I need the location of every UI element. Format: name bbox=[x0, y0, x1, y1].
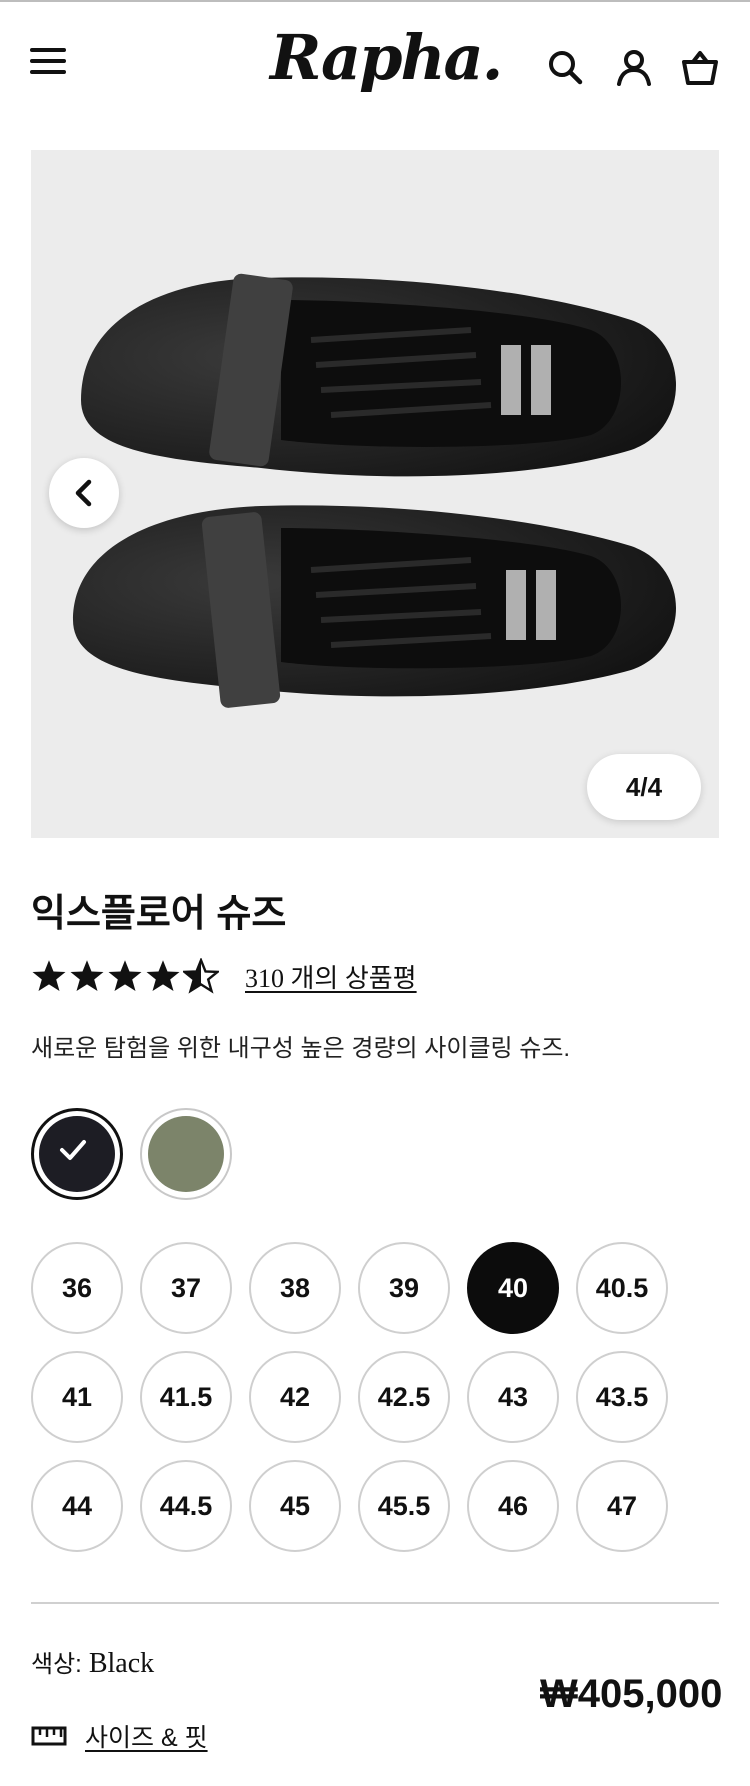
search-icon[interactable] bbox=[546, 48, 586, 88]
size-option[interactable]: 42 bbox=[249, 1351, 341, 1443]
reviews-link[interactable]: 310 개의 상품평 bbox=[245, 958, 417, 995]
size-fit-label: 사이즈 & 핏 bbox=[85, 1724, 208, 1752]
size-fit-link[interactable]: 사이즈 & 핏 bbox=[31, 1716, 208, 1756]
site-header: Rapha. bbox=[0, 2, 750, 122]
rating-row: 310 개의 상품평 bbox=[31, 954, 417, 998]
size-option[interactable]: 42.5 bbox=[358, 1351, 450, 1443]
color-swatch-black[interactable] bbox=[31, 1108, 123, 1200]
size-option[interactable]: 46 bbox=[467, 1460, 559, 1552]
size-option[interactable]: 41.5 bbox=[140, 1351, 232, 1443]
previous-image-button[interactable] bbox=[49, 458, 119, 528]
size-option[interactable]: 41 bbox=[31, 1351, 123, 1443]
selected-color: 색상: Black bbox=[31, 1644, 154, 1680]
checkmark-icon bbox=[60, 1140, 86, 1160]
size-option[interactable]: 36 bbox=[31, 1242, 123, 1334]
product-description: 새로운 탐험을 위한 내구성 높은 경량의 사이클링 슈즈. bbox=[31, 1035, 571, 1062]
star-rating bbox=[31, 958, 221, 994]
size-option-selected[interactable]: 40 bbox=[467, 1242, 559, 1334]
shoe-image bbox=[73, 273, 676, 708]
size-option[interactable]: 45 bbox=[249, 1460, 341, 1552]
color-swatch-olive[interactable] bbox=[140, 1108, 232, 1200]
basket-icon[interactable] bbox=[680, 48, 720, 88]
ruler-icon bbox=[31, 1726, 67, 1746]
size-option[interactable]: 47 bbox=[576, 1460, 668, 1552]
hamburger-menu-icon[interactable] bbox=[30, 48, 68, 76]
size-option[interactable]: 39 bbox=[358, 1242, 450, 1334]
size-option[interactable]: 37 bbox=[140, 1242, 232, 1334]
product-title: 익스플로어 슈즈 bbox=[31, 893, 287, 935]
star-full-icon bbox=[108, 960, 142, 991]
size-option[interactable]: 43 bbox=[467, 1351, 559, 1443]
size-option[interactable]: 45.5 bbox=[358, 1460, 450, 1552]
image-counter: 4/4 bbox=[587, 754, 701, 820]
chevron-left-icon bbox=[75, 479, 92, 507]
star-full-icon bbox=[70, 960, 104, 991]
rapha-logo[interactable]: Rapha. bbox=[270, 10, 503, 106]
size-option[interactable]: 44 bbox=[31, 1460, 123, 1552]
divider bbox=[31, 1602, 719, 1604]
size-option[interactable]: 40.5 bbox=[576, 1242, 668, 1334]
color-label: 색상: bbox=[31, 1651, 82, 1678]
star-half-icon bbox=[183, 958, 219, 994]
product-price: ₩405,000 bbox=[540, 1672, 723, 1716]
size-option[interactable]: 44.5 bbox=[140, 1460, 232, 1552]
product-image-gallery[interactable]: 4/4 bbox=[31, 150, 719, 838]
account-icon[interactable] bbox=[614, 48, 654, 88]
star-full-icon bbox=[146, 960, 180, 991]
color-value: Black bbox=[88, 1648, 155, 1679]
size-option[interactable]: 38 bbox=[249, 1242, 341, 1334]
star-full-icon bbox=[32, 960, 66, 991]
size-option[interactable]: 43.5 bbox=[576, 1351, 668, 1443]
